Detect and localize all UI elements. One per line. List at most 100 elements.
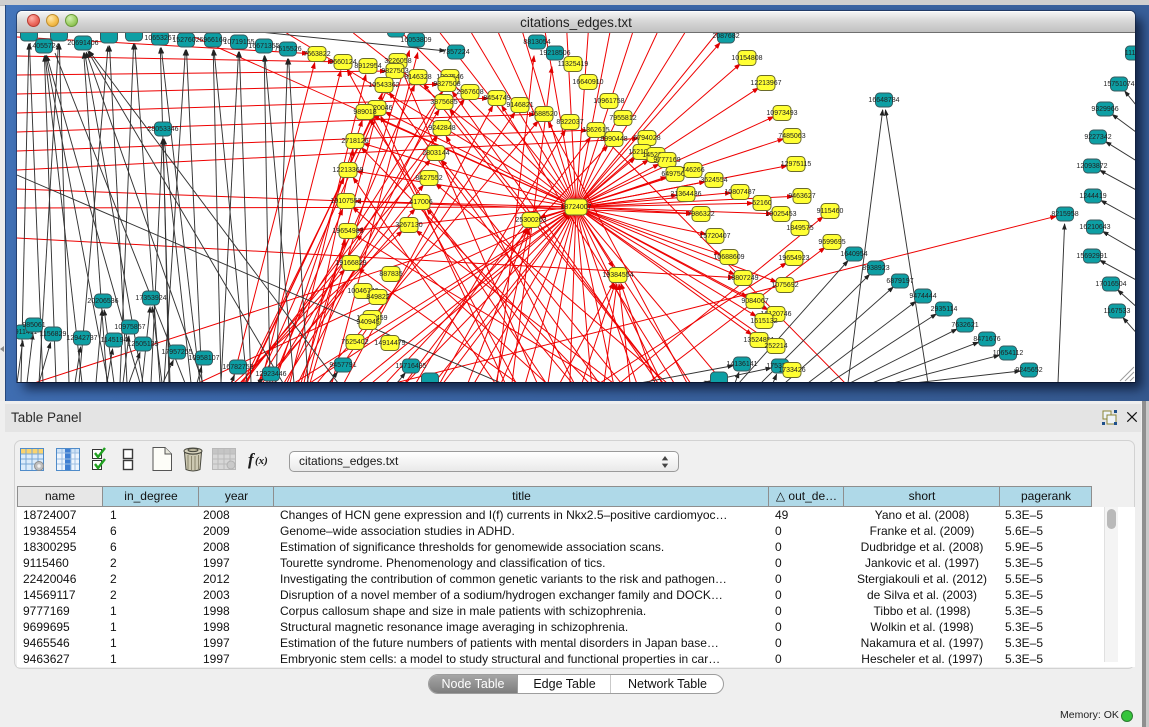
svg-text:8146328: 8146328 bbox=[404, 74, 431, 81]
svg-text:9327508: 9327508 bbox=[433, 81, 460, 88]
svg-text:14055724: 14055724 bbox=[28, 43, 59, 50]
svg-text:7632621: 7632621 bbox=[951, 322, 978, 329]
svg-text:9463627: 9463627 bbox=[788, 193, 815, 200]
svg-text:1167533: 1167533 bbox=[1104, 308, 1131, 315]
svg-text:11325419: 11325419 bbox=[558, 61, 589, 68]
svg-text:989018: 989018 bbox=[353, 109, 376, 116]
svg-text:16053809: 16053809 bbox=[400, 37, 431, 44]
svg-text:9146821: 9146821 bbox=[506, 102, 533, 109]
svg-text:1156829: 1156829 bbox=[40, 331, 67, 338]
svg-text:19384554: 19384554 bbox=[602, 272, 633, 279]
svg-text:6794028: 6794028 bbox=[633, 135, 660, 142]
svg-text:8912954: 8912954 bbox=[354, 63, 381, 70]
svg-text:7625402: 7625402 bbox=[341, 339, 368, 346]
svg-text:12923446: 12923446 bbox=[255, 371, 286, 378]
svg-text:8427552: 8427552 bbox=[415, 175, 442, 182]
svg-text:2718126: 2718126 bbox=[341, 138, 368, 145]
svg-text:12093872: 12093872 bbox=[1076, 163, 1107, 170]
svg-text:10807487: 10807487 bbox=[724, 189, 755, 196]
svg-text:849822: 849822 bbox=[366, 294, 389, 301]
svg-text:10973493: 10973493 bbox=[766, 110, 797, 117]
svg-text:15751074: 15751074 bbox=[1103, 81, 1134, 88]
svg-text:8813054: 8813054 bbox=[523, 39, 550, 46]
svg-text:20206536: 20206536 bbox=[87, 298, 118, 305]
svg-text:746266: 746266 bbox=[681, 167, 704, 174]
svg-text:3875685: 3875685 bbox=[430, 99, 457, 106]
svg-text:17016504: 17016504 bbox=[1095, 281, 1126, 288]
svg-text:16648784: 16648784 bbox=[868, 97, 899, 104]
svg-text:8454749: 8454749 bbox=[483, 95, 510, 102]
svg-text:1588520: 1588520 bbox=[530, 111, 557, 118]
svg-text:12213369: 12213369 bbox=[332, 167, 363, 174]
svg-text:16210643: 16210643 bbox=[1079, 224, 1110, 231]
svg-text:12505135: 12505135 bbox=[127, 341, 158, 348]
svg-text:1733426: 1733426 bbox=[778, 367, 805, 374]
svg-text:3267130: 3267130 bbox=[395, 222, 422, 229]
svg-text:9245652: 9245652 bbox=[1015, 367, 1042, 374]
svg-text:1145194: 1145194 bbox=[101, 337, 128, 344]
svg-text:7663822: 7663822 bbox=[303, 51, 330, 58]
svg-text:9699695: 9699695 bbox=[818, 239, 845, 246]
svg-text:7485063: 7485063 bbox=[778, 133, 805, 140]
svg-text:1244419: 1244419 bbox=[1079, 193, 1106, 200]
svg-text:21364436: 21364436 bbox=[670, 191, 701, 198]
svg-text:16640910: 16640910 bbox=[572, 79, 603, 86]
svg-text:8322037: 8322037 bbox=[556, 119, 583, 126]
svg-text:9660124: 9660124 bbox=[329, 59, 356, 66]
svg-text:6879197: 6879197 bbox=[886, 278, 913, 285]
svg-text:25300203: 25300203 bbox=[515, 217, 546, 224]
svg-text:15692991: 15692991 bbox=[1076, 253, 1107, 260]
svg-text:1075692: 1075692 bbox=[771, 282, 798, 289]
svg-text:15720407: 15720407 bbox=[699, 233, 730, 240]
svg-text:9474444: 9474444 bbox=[909, 293, 936, 300]
svg-text:2935114: 2935114 bbox=[931, 306, 958, 313]
svg-text:1849575: 1849575 bbox=[786, 225, 813, 232]
svg-text:3624554: 3624554 bbox=[700, 177, 727, 184]
svg-text:1615132: 1615132 bbox=[750, 318, 777, 325]
svg-text:9457791: 9457791 bbox=[329, 362, 356, 369]
svg-text:62160: 62160 bbox=[752, 200, 772, 207]
svg-text:12942737: 12942737 bbox=[66, 335, 97, 342]
svg-text:10975857: 10975857 bbox=[114, 324, 145, 331]
svg-text:19654923: 19654923 bbox=[778, 255, 809, 262]
svg-text:18724007: 18724007 bbox=[560, 204, 591, 211]
svg-text:10543362: 10543362 bbox=[368, 82, 399, 89]
svg-text:7515526: 7515526 bbox=[274, 46, 301, 53]
svg-text:9329966: 9329966 bbox=[1091, 106, 1118, 113]
svg-text:11123: 11123 bbox=[1125, 50, 1135, 57]
svg-text:8938923: 8938923 bbox=[862, 265, 889, 272]
svg-text:9242848: 9242848 bbox=[428, 125, 455, 132]
svg-text:17353924: 17353924 bbox=[135, 295, 166, 302]
svg-text:7986322: 7986322 bbox=[687, 211, 714, 218]
svg-text:28053346: 28053346 bbox=[147, 126, 178, 133]
svg-text:1640954: 1640954 bbox=[840, 251, 867, 258]
svg-text:9084067: 9084067 bbox=[741, 298, 768, 305]
svg-text:19166829: 19166829 bbox=[335, 260, 366, 267]
svg-text:12213967: 12213967 bbox=[750, 80, 781, 87]
svg-text:10654112: 10654112 bbox=[993, 350, 1024, 357]
svg-text:10154808: 10154808 bbox=[731, 55, 762, 62]
svg-text:(x): (x) bbox=[255, 455, 268, 467]
svg-text:7955812: 7955812 bbox=[609, 115, 636, 122]
svg-text:10958107: 10958107 bbox=[188, 355, 219, 362]
svg-text:12975115: 12975115 bbox=[781, 161, 812, 168]
svg-text:8215958: 8215958 bbox=[1051, 211, 1078, 218]
svg-text:940945: 940945 bbox=[356, 319, 379, 326]
svg-text:2803144: 2803144 bbox=[422, 150, 449, 157]
svg-text:9115460: 9115460 bbox=[817, 208, 844, 215]
svg-text:252214: 252214 bbox=[764, 343, 787, 350]
svg-text:8990448: 8990448 bbox=[600, 136, 627, 143]
svg-text:9777169: 9777169 bbox=[653, 157, 680, 164]
svg-text:9227342: 9227342 bbox=[1084, 134, 1111, 141]
svg-text:417006: 417006 bbox=[409, 199, 432, 206]
svg-text:19218506: 19218506 bbox=[539, 50, 570, 57]
svg-text:2087682: 2087682 bbox=[712, 33, 739, 40]
svg-text:19654983: 19654983 bbox=[332, 228, 363, 235]
svg-text:10961758: 10961758 bbox=[593, 98, 624, 105]
svg-text:16782759: 16782759 bbox=[222, 364, 253, 371]
svg-text:10688609: 10688609 bbox=[713, 254, 744, 261]
svg-text:985061: 985061 bbox=[22, 322, 45, 329]
svg-text:10107552: 10107552 bbox=[330, 198, 361, 205]
svg-text:15716485: 15716485 bbox=[395, 363, 426, 370]
svg-text:18807249: 18807249 bbox=[727, 275, 758, 282]
